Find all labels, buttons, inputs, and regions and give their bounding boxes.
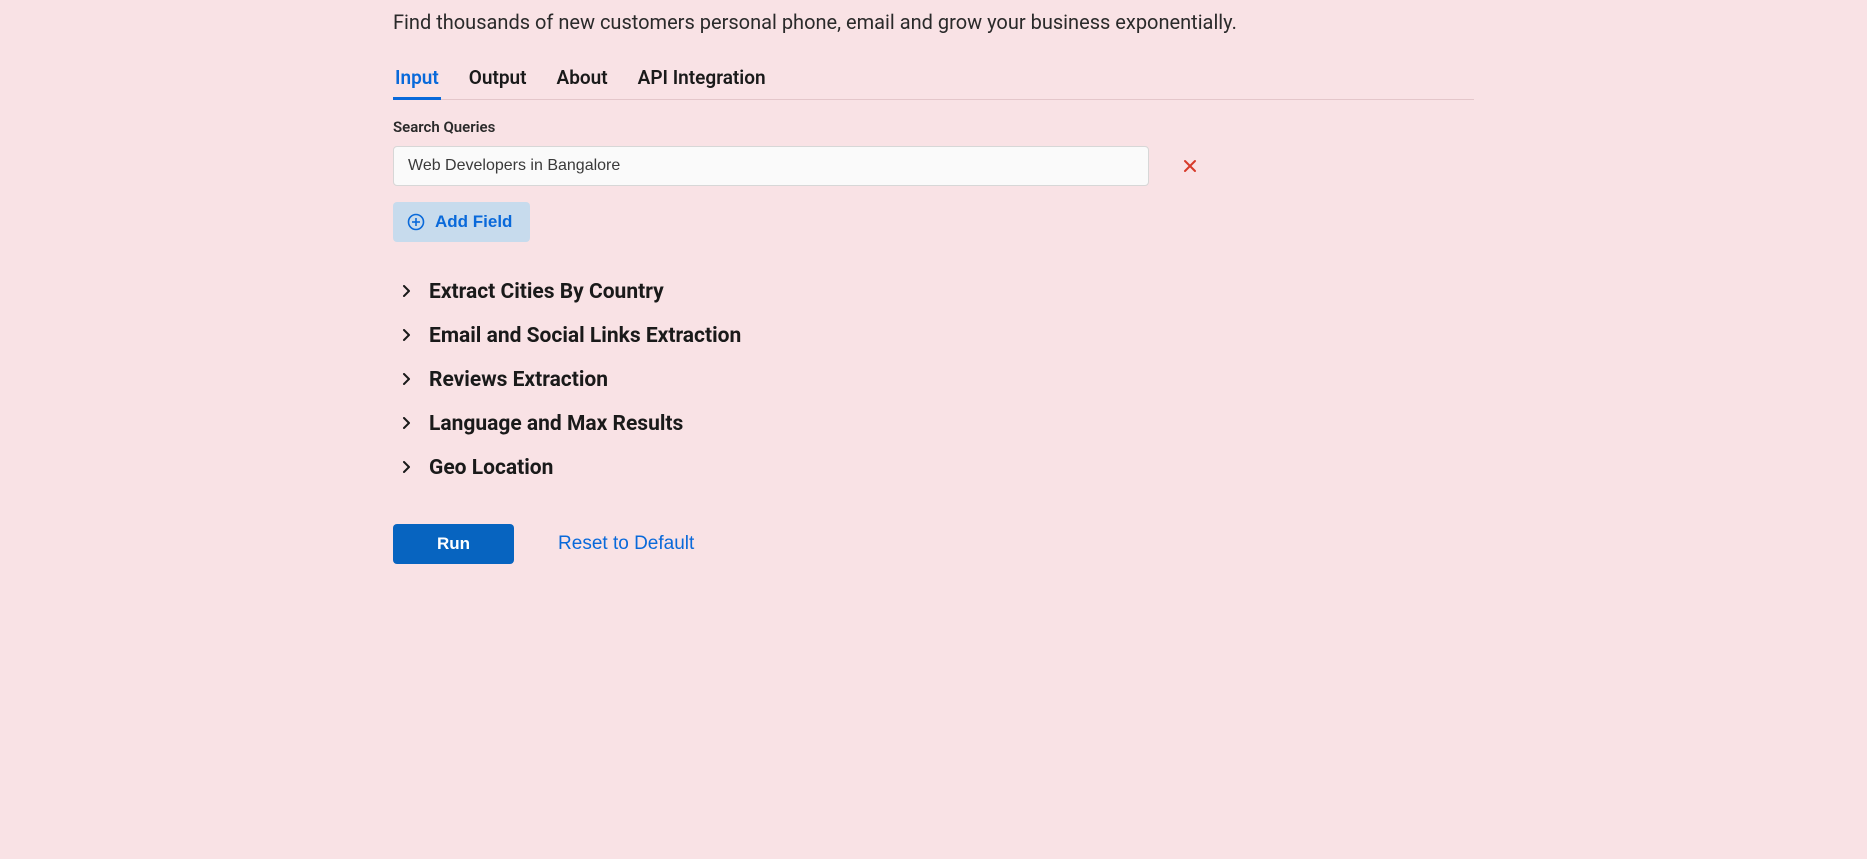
tab-output[interactable]: Output xyxy=(467,60,529,99)
tab-about[interactable]: About xyxy=(555,60,610,99)
chevron-right-icon xyxy=(401,329,415,343)
chevron-right-icon xyxy=(401,285,415,299)
section-email-social[interactable]: Email and Social Links Extraction xyxy=(393,314,1474,358)
remove-query-icon[interactable] xyxy=(1181,157,1199,175)
plus-circle-icon xyxy=(407,213,425,231)
add-field-button[interactable]: Add Field xyxy=(393,202,530,242)
collapsible-sections: Extract Cities By Country Email and Soci… xyxy=(393,270,1474,490)
chevron-right-icon xyxy=(401,417,415,431)
section-title: Email and Social Links Extraction xyxy=(429,324,741,348)
chevron-right-icon xyxy=(401,461,415,475)
tab-input[interactable]: Input xyxy=(393,60,441,99)
section-title: Geo Location xyxy=(429,456,553,480)
main-container: Find thousands of new customers personal… xyxy=(0,0,1867,564)
page-subtitle: Find thousands of new customers personal… xyxy=(393,8,1474,36)
chevron-right-icon xyxy=(401,373,415,387)
section-extract-cities[interactable]: Extract Cities By Country xyxy=(393,270,1474,314)
search-query-input[interactable] xyxy=(393,146,1149,186)
section-reviews[interactable]: Reviews Extraction xyxy=(393,358,1474,402)
add-field-label: Add Field xyxy=(435,212,512,232)
search-query-row xyxy=(393,146,1474,186)
tab-api-integration[interactable]: API Integration xyxy=(636,60,768,99)
actions-row: Run Reset to Default xyxy=(393,524,1474,564)
section-title: Reviews Extraction xyxy=(429,368,608,392)
tabs: Input Output About API Integration xyxy=(393,60,1474,100)
section-title: Language and Max Results xyxy=(429,412,683,436)
section-geo-location[interactable]: Geo Location xyxy=(393,446,1474,490)
section-title: Extract Cities By Country xyxy=(429,280,664,304)
section-language-max[interactable]: Language and Max Results xyxy=(393,402,1474,446)
search-queries-label: Search Queries xyxy=(393,118,1474,136)
reset-to-default-link[interactable]: Reset to Default xyxy=(558,533,694,555)
run-button[interactable]: Run xyxy=(393,524,514,564)
